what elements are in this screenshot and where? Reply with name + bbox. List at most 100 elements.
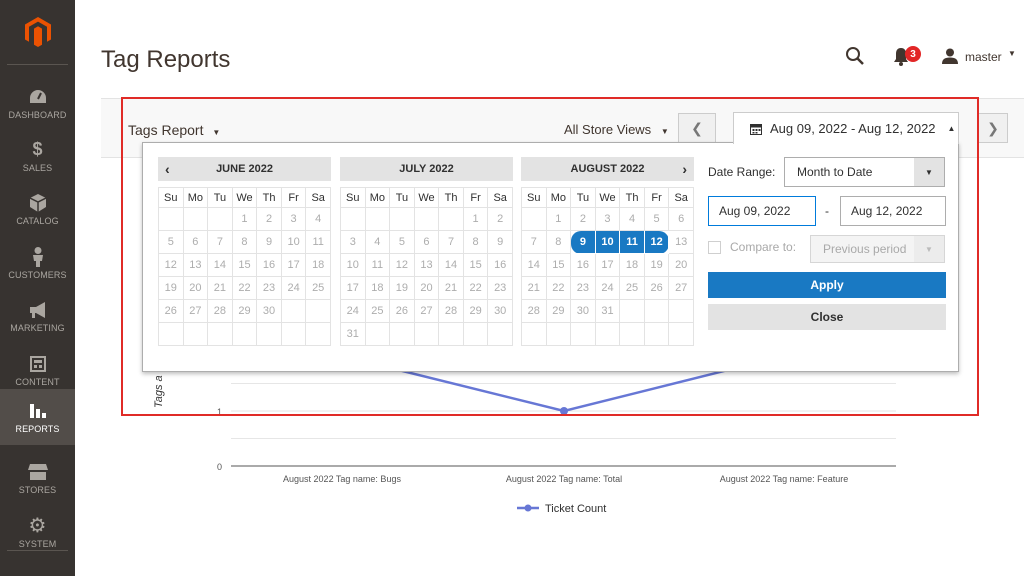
calendar-day[interactable]: 17 (594, 253, 621, 277)
calendar-day[interactable]: 16 (487, 253, 513, 277)
calendar-day[interactable]: 23 (487, 276, 513, 300)
calendar-day[interactable]: 16 (256, 253, 282, 277)
calendar-day[interactable]: 26 (389, 299, 415, 323)
calendar-day[interactable]: 27 (182, 299, 209, 323)
calendar-day[interactable]: 14 (521, 253, 547, 277)
calendar-day[interactable]: 6 (182, 230, 209, 254)
calendar-day[interactable]: 21 (207, 276, 233, 300)
calendar-day[interactable]: 28 (438, 299, 464, 323)
calendar-day[interactable]: 21 (521, 276, 547, 300)
calendar-day[interactable]: 24 (280, 276, 307, 300)
calendar-day[interactable]: 10 (280, 230, 307, 254)
calendar-day[interactable]: 27 (668, 276, 694, 300)
calendar-day[interactable]: 6 (413, 230, 440, 254)
calendar-day[interactable]: 11 (305, 230, 331, 254)
calendar-day[interactable]: 22 (462, 276, 489, 300)
calendar-day[interactable]: 13 (182, 253, 209, 277)
chevron-left-icon[interactable]: ‹ (165, 161, 170, 177)
calendar-day[interactable]: 30 (256, 299, 282, 323)
apply-button[interactable]: Apply (708, 272, 946, 298)
calendar-day[interactable]: 17 (280, 253, 307, 277)
calendar-day[interactable]: 10 (594, 230, 621, 254)
calendar-day[interactable]: 18 (619, 253, 645, 277)
calendar-day[interactable]: 24 (594, 276, 621, 300)
calendar-day[interactable]: 15 (462, 253, 489, 277)
calendar-day[interactable]: 22 (545, 276, 572, 300)
calendar-day[interactable]: 28 (207, 299, 233, 323)
compare-period-select[interactable]: Previous period ▼ (810, 235, 945, 263)
calendar-day[interactable]: 29 (545, 299, 572, 323)
calendar-day[interactable]: 13 (413, 253, 440, 277)
calendar-day[interactable]: 7 (207, 230, 233, 254)
calendar-day[interactable]: 27 (413, 299, 440, 323)
calendar-day[interactable]: 26 (158, 299, 184, 323)
calendar-day[interactable]: 9 (487, 230, 513, 254)
calendar-day[interactable]: 30 (570, 299, 596, 323)
calendar-day[interactable]: 22 (231, 276, 258, 300)
calendar-day[interactable]: 3 (594, 207, 621, 231)
close-button[interactable]: Close (708, 304, 946, 330)
calendar-day[interactable]: 2 (570, 207, 596, 231)
calendar-day[interactable]: 9 (570, 230, 596, 254)
calendar-day[interactable]: 17 (340, 276, 366, 300)
calendar-day[interactable]: 1 (545, 207, 572, 231)
calendar-day[interactable]: 15 (231, 253, 258, 277)
calendar-day[interactable]: 31 (340, 322, 366, 346)
calendar-day[interactable]: 1 (462, 207, 489, 231)
calendar-day[interactable]: 15 (545, 253, 572, 277)
calendar-day[interactable]: 7 (521, 230, 547, 254)
calendar-day[interactable]: 21 (438, 276, 464, 300)
calendar-day[interactable]: 26 (643, 276, 670, 300)
calendar-day[interactable]: 25 (305, 276, 331, 300)
calendar-day[interactable]: 20 (668, 253, 694, 277)
calendar-day[interactable]: 12 (158, 253, 184, 277)
calendar-day[interactable]: 5 (389, 230, 415, 254)
calendar-day[interactable]: 19 (158, 276, 184, 300)
calendar-day[interactable]: 14 (438, 253, 464, 277)
calendar-day[interactable]: 13 (668, 230, 694, 254)
calendar-day[interactable]: 5 (643, 207, 670, 231)
calendar-day[interactable]: 11 (364, 253, 391, 277)
calendar-day[interactable]: 16 (570, 253, 596, 277)
calendar-day[interactable]: 8 (462, 230, 489, 254)
calendar-day[interactable]: 3 (340, 230, 366, 254)
calendar-day[interactable]: 29 (231, 299, 258, 323)
calendar-day[interactable]: 4 (305, 207, 331, 231)
date-range-button[interactable]: Aug 09, 2022 - Aug 12, 2022 ▲ (733, 112, 959, 144)
calendar-day[interactable]: 29 (462, 299, 489, 323)
calendar-day[interactable]: 12 (389, 253, 415, 277)
calendar-day[interactable]: 25 (619, 276, 645, 300)
calendar-day[interactable]: 18 (305, 253, 331, 277)
calendar-day[interactable]: 18 (364, 276, 391, 300)
calendar-day[interactable]: 6 (668, 207, 694, 231)
calendar-day[interactable]: 4 (364, 230, 391, 254)
calendar-day[interactable]: 9 (256, 230, 282, 254)
calendar-day[interactable]: 31 (594, 299, 621, 323)
calendar-day[interactable]: 20 (413, 276, 440, 300)
calendar-day[interactable]: 11 (619, 230, 645, 254)
chevron-right-icon[interactable]: › (682, 161, 687, 177)
calendar-day[interactable]: 2 (487, 207, 513, 231)
calendar-day[interactable]: 23 (570, 276, 596, 300)
calendar-day[interactable]: 8 (545, 230, 572, 254)
calendar-day[interactable]: 4 (619, 207, 645, 231)
compare-checkbox[interactable] (708, 241, 721, 254)
calendar-day[interactable]: 28 (521, 299, 547, 323)
calendar-day[interactable]: 19 (643, 253, 670, 277)
calendar-day[interactable]: 1 (231, 207, 258, 231)
calendar-day[interactable]: 10 (340, 253, 366, 277)
calendar-day[interactable]: 30 (487, 299, 513, 323)
calendar-day[interactable]: 19 (389, 276, 415, 300)
to-date-input[interactable]: Aug 12, 2022 (840, 196, 946, 226)
calendar-day[interactable]: 7 (438, 230, 464, 254)
calendar-day[interactable]: 12 (643, 230, 670, 254)
calendar-day[interactable]: 2 (256, 207, 282, 231)
calendar-day[interactable]: 5 (158, 230, 184, 254)
date-range-preset-select[interactable]: Month to Date ▼ (784, 157, 945, 187)
calendar-day[interactable]: 8 (231, 230, 258, 254)
calendar-day[interactable]: 24 (340, 299, 366, 323)
calendar-day[interactable]: 3 (280, 207, 307, 231)
calendar-day[interactable]: 20 (182, 276, 209, 300)
from-date-input[interactable]: Aug 09, 2022 (708, 196, 816, 226)
calendar-day[interactable]: 14 (207, 253, 233, 277)
